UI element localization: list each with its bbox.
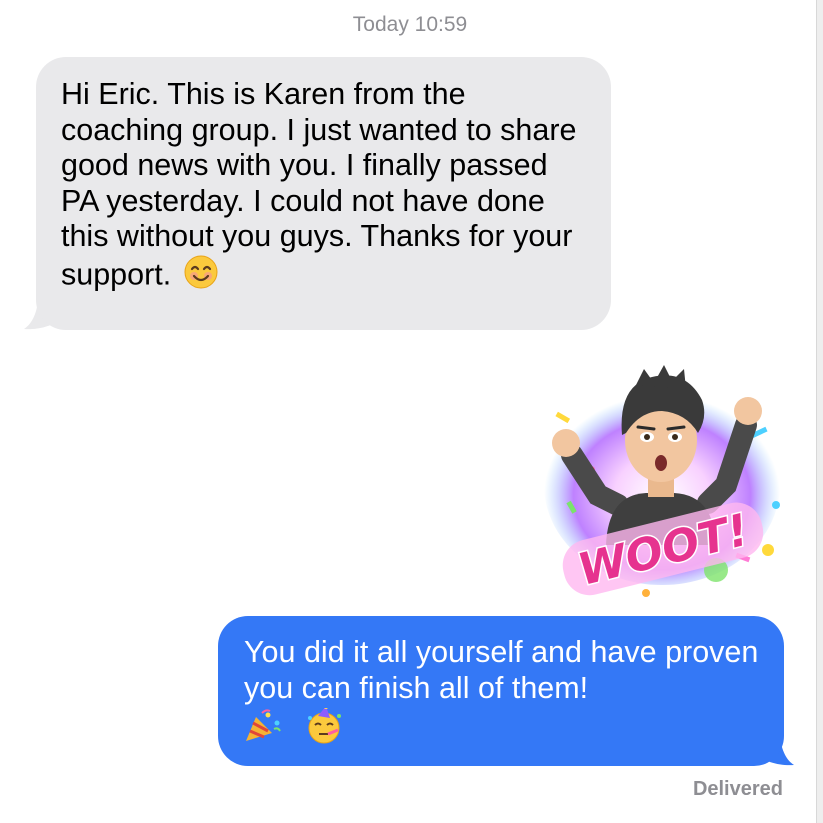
party-popper-icon: [244, 709, 282, 751]
incoming-message-bubble[interactable]: Hi Eric. This is Karen from the coaching…: [36, 57, 611, 330]
scrollbar[interactable]: [816, 0, 823, 823]
delivery-status: Delivered: [692, 778, 783, 800]
memoji-celebration-sticker[interactable]: WOOT!: [536, 355, 788, 605]
outgoing-message-text: You did it all yourself and have proven …: [244, 635, 759, 705]
smiling-face-icon: [184, 255, 218, 298]
outgoing-message-bubble[interactable]: You did it all yourself and have proven …: [218, 616, 784, 766]
partying-face-icon: [304, 705, 344, 752]
message-timestamp: Today 10:59: [352, 13, 468, 36]
incoming-message-text: Hi Eric. This is Karen from the coaching…: [61, 77, 577, 291]
